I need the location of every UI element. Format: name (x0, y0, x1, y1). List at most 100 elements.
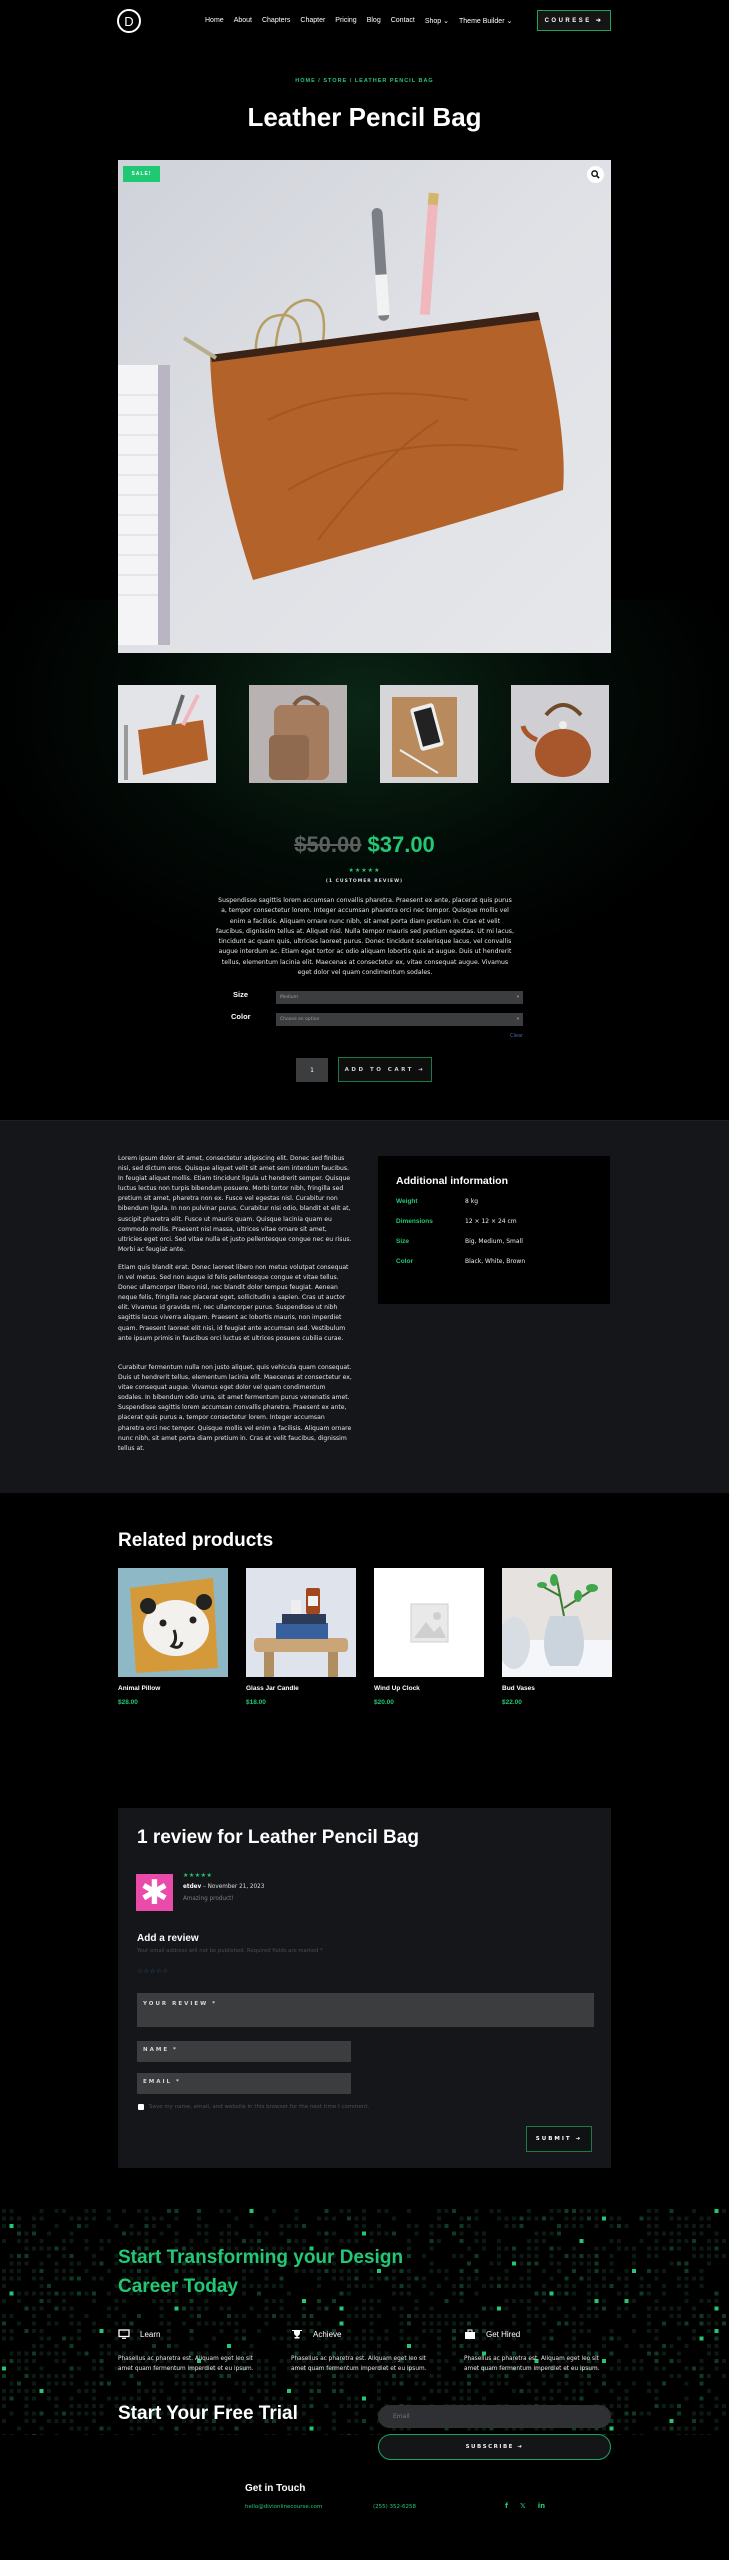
matrix-dot (429, 2231, 434, 2236)
nav-chapter[interactable]: Chapter (300, 17, 325, 25)
matrix-dot (249, 2224, 254, 2228)
size-select[interactable]: Medium ▾ (276, 991, 523, 1004)
thumbnail-tablet[interactable] (380, 685, 478, 783)
product-card[interactable]: Glass Jar Candle $18.00 (246, 1568, 356, 1706)
matrix-dot (92, 2411, 96, 2416)
matrix-dot (107, 2426, 111, 2431)
matrix-dot (339, 2374, 344, 2378)
facebook-icon[interactable]: f (505, 2502, 508, 2510)
matrix-dot (317, 2231, 321, 2236)
review-count-link[interactable]: (1 CUSTOMER REVIEW) (0, 879, 729, 884)
matrix-dot (92, 2261, 96, 2266)
product-image-animal-pillow[interactable] (118, 1568, 228, 1677)
matrix-dot (527, 2269, 531, 2273)
zoom-icon[interactable] (587, 166, 604, 183)
matrix-dot (392, 2381, 396, 2386)
newsletter-email-input[interactable] (378, 2405, 611, 2428)
nav-home[interactable]: Home (205, 17, 224, 25)
nav-contact[interactable]: Contact (391, 17, 415, 25)
info-value: 12 × 12 × 24 cm (465, 1218, 517, 1225)
product-name[interactable]: Bud Vases (502, 1685, 612, 1692)
matrix-dot (182, 2434, 186, 2435)
color-select[interactable]: Choose an option ▾ (276, 1013, 523, 1026)
matrix-dot (452, 2381, 456, 2386)
nav-chapters[interactable]: Chapters (262, 17, 290, 25)
product-name[interactable]: Animal Pillow (118, 1685, 228, 1692)
feature-text: Phasellus ac pharetra est. Aliquam eget … (464, 2356, 600, 2372)
matrix-dot (204, 2231, 209, 2236)
product-card[interactable]: Bud Vases $22.00 (502, 1568, 612, 1706)
matrix-dot (602, 2269, 606, 2273)
clear-link[interactable]: Clear (510, 1033, 523, 1039)
matrix-dot (564, 2321, 569, 2326)
product-card[interactable]: Wind Up Clock $20.00 (374, 1568, 484, 1706)
product-name[interactable]: Wind Up Clock (374, 1685, 484, 1692)
matrix-dot (84, 2434, 89, 2435)
matrix-dot (227, 2374, 231, 2378)
matrix-dot (24, 2246, 29, 2251)
matrix-dot (699, 2314, 704, 2318)
matrix-dot (197, 2396, 201, 2401)
matrix-dot (609, 2254, 614, 2258)
product-main-image[interactable] (118, 160, 611, 653)
matrix-dot (699, 2381, 704, 2386)
product-image-glass-jar-candle[interactable] (246, 1568, 356, 1677)
product-name[interactable]: Glass Jar Candle (246, 1685, 356, 1692)
add-to-cart-button[interactable]: ADD TO CART ➔ (338, 1057, 432, 1082)
thumbnail-kettle[interactable] (511, 685, 609, 783)
matrix-dot (647, 2306, 651, 2311)
matrix-dot (617, 2239, 621, 2243)
email-field[interactable]: EMAIL * (137, 2073, 351, 2094)
color-value: Choose an option (280, 1017, 320, 1022)
matrix-dot (32, 2396, 36, 2401)
nav-pricing[interactable]: Pricing (335, 17, 356, 25)
star-rating-input[interactable]: ☆☆☆☆☆ (137, 1967, 169, 1975)
review-textarea[interactable]: YOUR REVIEW * (137, 1993, 594, 2027)
matrix-dot (257, 2374, 261, 2378)
matrix-dot (39, 2291, 44, 2296)
matrix-dot (9, 2396, 14, 2401)
thumbnail-pencil-bag[interactable] (118, 685, 216, 783)
linkedin-icon[interactable]: in (538, 2502, 545, 2510)
breadcrumb[interactable]: HOME / STORE / LEATHER PENCIL BAG (0, 78, 729, 84)
review-stars: ★★★★★ (183, 1872, 213, 1879)
name-field[interactable]: NAME * (137, 2041, 351, 2062)
matrix-dot (474, 2314, 479, 2318)
matrix-dot (54, 2246, 59, 2251)
x-twitter-icon[interactable]: 𝕏 (520, 2502, 526, 2510)
nav-shop[interactable]: Shop ⌄ (425, 17, 449, 25)
matrix-dot (707, 2389, 711, 2393)
matrix-dot (92, 2276, 96, 2281)
matrix-dot (62, 2336, 66, 2341)
matrix-dot (677, 2374, 681, 2378)
matrix-dot (107, 2269, 111, 2273)
submit-button[interactable]: SUBMIT ➔ (526, 2126, 592, 2152)
site-logo[interactable]: D (117, 9, 141, 33)
feature-text: Phasellus ac pharetra est. Aliquam eget … (291, 2356, 427, 2372)
matrix-dot (579, 2374, 584, 2378)
matrix-dot (47, 2374, 51, 2378)
save-info-checkbox[interactable] (138, 2104, 144, 2110)
nav-blog[interactable]: Blog (367, 17, 381, 25)
product-image-bud-vases[interactable] (502, 1568, 612, 1677)
matrix-dot (24, 2261, 29, 2266)
matrix-dot (249, 2374, 254, 2378)
nav-about[interactable]: About (234, 17, 252, 25)
contact-email[interactable]: hello@divionlinecourse.com (245, 2504, 322, 2510)
product-card[interactable]: Animal Pillow $28.00 (118, 1568, 228, 1706)
subscribe-button[interactable]: SUBSCRIBE ➔ (378, 2434, 611, 2460)
description-paragraph: Etiam quis blandit erat. Donec laoreet l… (118, 1264, 349, 1342)
quantity-input[interactable]: 1 (296, 1058, 328, 1082)
product-image-placeholder[interactable] (374, 1568, 484, 1677)
matrix-dot (302, 2426, 306, 2431)
matrix-dot (287, 2314, 291, 2318)
matrix-dot (504, 2284, 509, 2288)
matrix-dot (122, 2314, 126, 2318)
matrix-dot (32, 2231, 36, 2236)
course-button[interactable]: COURESE ➔ (537, 10, 611, 31)
thumbnail-backpack[interactable] (249, 685, 347, 783)
matrix-dot (602, 2306, 606, 2311)
matrix-dot (624, 2404, 629, 2408)
contact-phone[interactable]: (255) 352-6258 (373, 2504, 416, 2510)
nav-theme-builder[interactable]: Theme Builder ⌄ (459, 17, 512, 25)
